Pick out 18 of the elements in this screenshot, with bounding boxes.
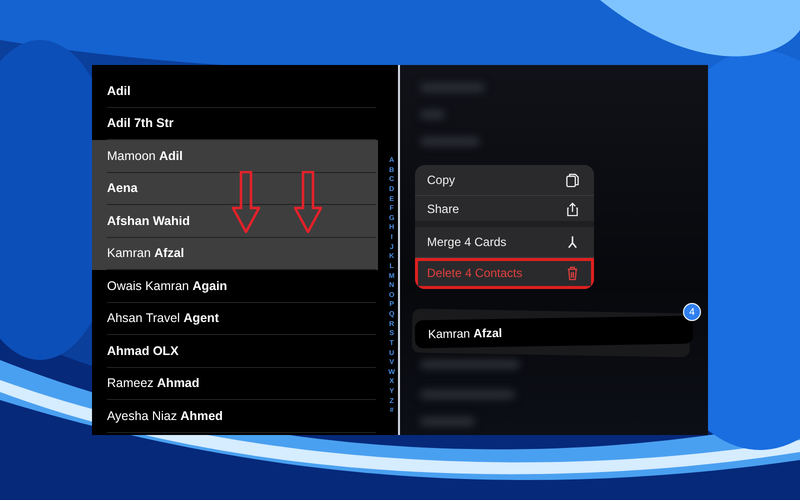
contact-row[interactable]: Kamran Afzal: [92, 238, 378, 270]
contact-row[interactable]: Ahsan Travel Agent: [92, 302, 378, 335]
trash-icon: [565, 265, 580, 281]
contact-row[interactable]: Mamoon Adil: [92, 140, 378, 172]
share-icon: [565, 200, 580, 216]
contact-row[interactable]: Rameez Ahmad: [92, 368, 378, 400]
contact-row[interactable]: Adil: [92, 75, 378, 108]
contact-row[interactable]: Aena: [92, 172, 378, 205]
copy-icon: [565, 172, 580, 188]
contact-row[interactable]: Owais Kamran Again: [92, 270, 378, 302]
arrow-annotation: [294, 171, 322, 233]
contact-row[interactable]: Afshan Wahid: [92, 205, 378, 238]
contact-row[interactable]: Ahmad OLX: [92, 335, 378, 368]
arrow-annotation: [232, 171, 260, 233]
count-badge: 4: [683, 303, 701, 321]
menu-item[interactable]: Copy: [415, 165, 594, 196]
contact-row[interactable]: Ayesha Niaz Ahmed: [92, 400, 378, 432]
menu-item[interactable]: Delete 4 Contacts: [415, 258, 594, 289]
